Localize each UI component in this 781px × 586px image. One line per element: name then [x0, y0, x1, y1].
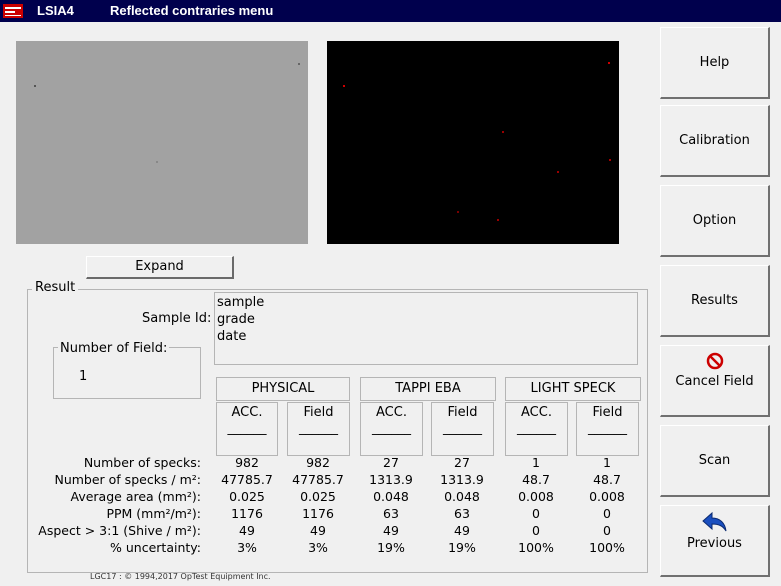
table-cell: 982: [306, 455, 330, 470]
table-cell: 47785.7: [221, 472, 273, 487]
cancel-field-label: Cancel Field: [675, 374, 754, 389]
date-line: date: [217, 329, 247, 344]
number-of-field-value: 1: [79, 369, 88, 384]
col-label: ACC.: [376, 405, 407, 420]
table-cell: 0: [532, 523, 540, 538]
col-physical-acc: ACC. ______: [216, 402, 278, 456]
scan-label: Scan: [698, 453, 731, 468]
table-cell: 1313.9: [369, 472, 413, 487]
table-cell: 1176: [231, 506, 263, 521]
table-cell: 63: [454, 506, 470, 521]
app-name: LSIA4: [37, 3, 74, 18]
table-cell: 1313.9: [440, 472, 484, 487]
sample-line: sample: [217, 295, 265, 310]
table-cell: 27: [383, 455, 399, 470]
help-button[interactable]: Help: [660, 27, 770, 99]
table-cell: 982: [235, 455, 259, 470]
table-cell: 48.7: [522, 472, 550, 487]
copyright-footer: LGC17 : © 1994,2017 OpTest Equipment Inc…: [90, 572, 271, 581]
col-tappi-field: Field ______: [431, 402, 494, 456]
table-cell: 0: [532, 506, 540, 521]
results-label: Results: [691, 293, 738, 308]
table-cell: 0.008: [589, 489, 625, 504]
group-light-speck: LIGHT SPECK: [505, 377, 641, 401]
col-label: Field: [592, 405, 623, 420]
col-light-acc: ACC. ______: [505, 402, 568, 456]
table-cell: 0.025: [300, 489, 336, 504]
grade-line: grade: [217, 312, 255, 327]
col-underline: ______: [443, 421, 482, 436]
col-underline: ______: [588, 421, 627, 436]
sample-id-label: Sample Id:: [142, 311, 212, 326]
col-label: ACC.: [521, 405, 552, 420]
row-label: PPM (mm²/m²):: [106, 506, 201, 521]
result-legend: Result: [32, 280, 79, 295]
table-cell: 0: [603, 523, 611, 538]
row-label: Number of specks / m²:: [54, 472, 201, 487]
reflected-image-view: [16, 41, 308, 244]
calibration-label: Calibration: [679, 133, 750, 148]
previous-button[interactable]: Previous: [660, 505, 770, 577]
table-cell: 19%: [377, 540, 405, 555]
no-entry-icon: [706, 352, 723, 370]
table-cell: 63: [383, 506, 399, 521]
row-label: Number of specks:: [83, 455, 201, 470]
calibration-button[interactable]: Calibration: [660, 105, 770, 177]
table-cell: 27: [454, 455, 470, 470]
optest-logo-icon: [3, 4, 23, 18]
table-cell: 3%: [308, 540, 328, 555]
table-cell: 1: [532, 455, 540, 470]
sample-id-field[interactable]: [214, 292, 638, 365]
row-label: % uncertainty:: [110, 540, 201, 555]
scan-button[interactable]: Scan: [660, 425, 770, 497]
table-cell: 49: [310, 523, 326, 538]
group-physical: PHYSICAL: [216, 377, 350, 401]
table-cell: 47785.7: [292, 472, 344, 487]
table-cell: 0.008: [518, 489, 554, 504]
title-bar: LSIA4 Reflected contraries menu: [0, 0, 781, 22]
table-cell: 1: [603, 455, 611, 470]
contraries-image-view: [327, 41, 619, 244]
table-cell: 100%: [518, 540, 554, 555]
table-cell: 0.048: [444, 489, 480, 504]
table-cell: 0.048: [373, 489, 409, 504]
col-light-field: Field ______: [576, 402, 639, 456]
col-underline: ______: [299, 421, 338, 436]
col-underline: ______: [372, 421, 411, 436]
window-title: Reflected contraries menu: [110, 3, 274, 18]
option-label: Option: [692, 213, 737, 228]
table-cell: 3%: [237, 540, 257, 555]
option-button[interactable]: Option: [660, 185, 770, 257]
table-cell: 49: [383, 523, 399, 538]
col-underline: ______: [227, 421, 267, 436]
table-cell: 49: [454, 523, 470, 538]
table-cell: 0: [603, 506, 611, 521]
cancel-field-button[interactable]: Cancel Field: [660, 345, 770, 417]
table-cell: 0.025: [229, 489, 265, 504]
table-cell: 100%: [589, 540, 625, 555]
number-of-field-legend: Number of Field:: [58, 341, 170, 356]
col-underline: ______: [517, 421, 556, 436]
row-label: Aspect > 3:1 (Shive / m²):: [38, 523, 201, 538]
table-cell: 49: [239, 523, 255, 538]
table-cell: 19%: [448, 540, 476, 555]
table-cell: 1176: [302, 506, 334, 521]
row-label: Average area (mm²):: [70, 489, 201, 504]
col-physical-field: Field ______: [287, 402, 350, 456]
col-label: ACC.: [231, 405, 263, 420]
col-label: Field: [447, 405, 478, 420]
col-label: Field: [303, 405, 334, 420]
results-button[interactable]: Results: [660, 265, 770, 337]
group-tappi-eba: TAPPI EBA: [360, 377, 496, 401]
col-tappi-acc: ACC. ______: [360, 402, 423, 456]
back-arrow-icon: [701, 511, 726, 532]
help-label: Help: [699, 55, 730, 70]
expand-button[interactable]: Expand: [86, 256, 234, 279]
table-cell: 48.7: [593, 472, 621, 487]
previous-label: Previous: [687, 536, 742, 551]
